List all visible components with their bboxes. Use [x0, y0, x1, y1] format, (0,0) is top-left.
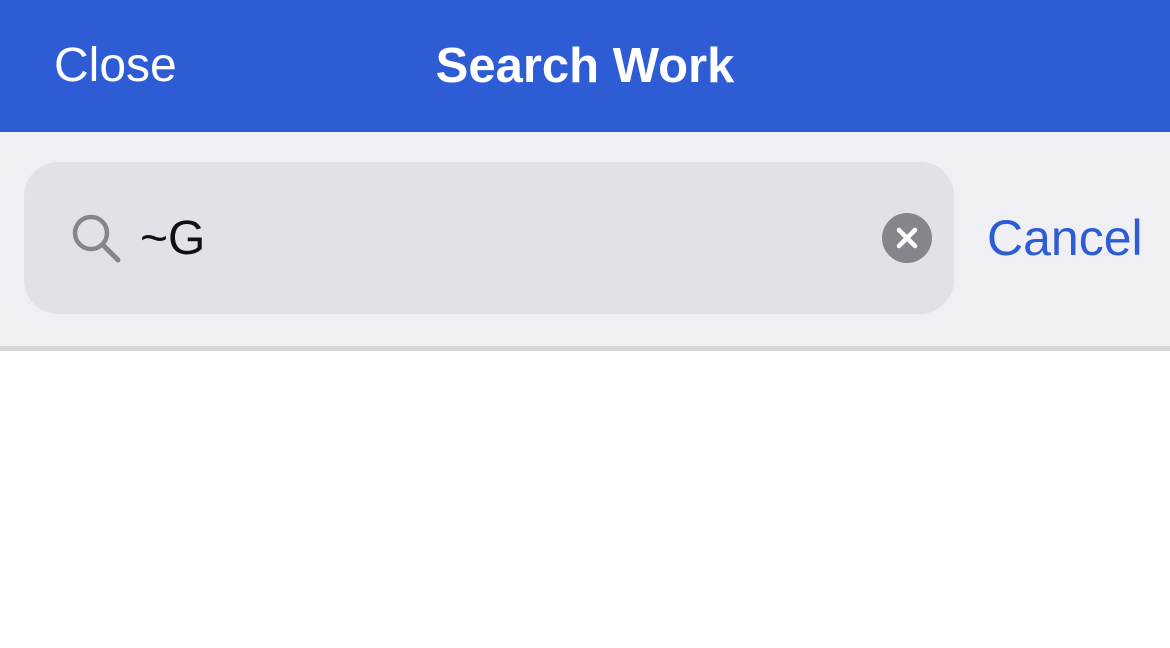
navigation-bar: Close Search Work	[0, 0, 1170, 132]
close-button[interactable]: Close	[54, 36, 177, 96]
cancel-button[interactable]: Cancel	[987, 206, 1143, 270]
clear-search-button[interactable]	[882, 213, 932, 263]
search-work-screen: Close Search Work Cancel	[0, 0, 1170, 648]
search-input[interactable]	[140, 208, 880, 270]
search-results-area	[0, 351, 1170, 648]
search-icon	[70, 212, 122, 264]
close-icon	[896, 227, 918, 249]
search-bar-area: Cancel	[0, 132, 1170, 346]
search-field[interactable]	[24, 162, 954, 314]
